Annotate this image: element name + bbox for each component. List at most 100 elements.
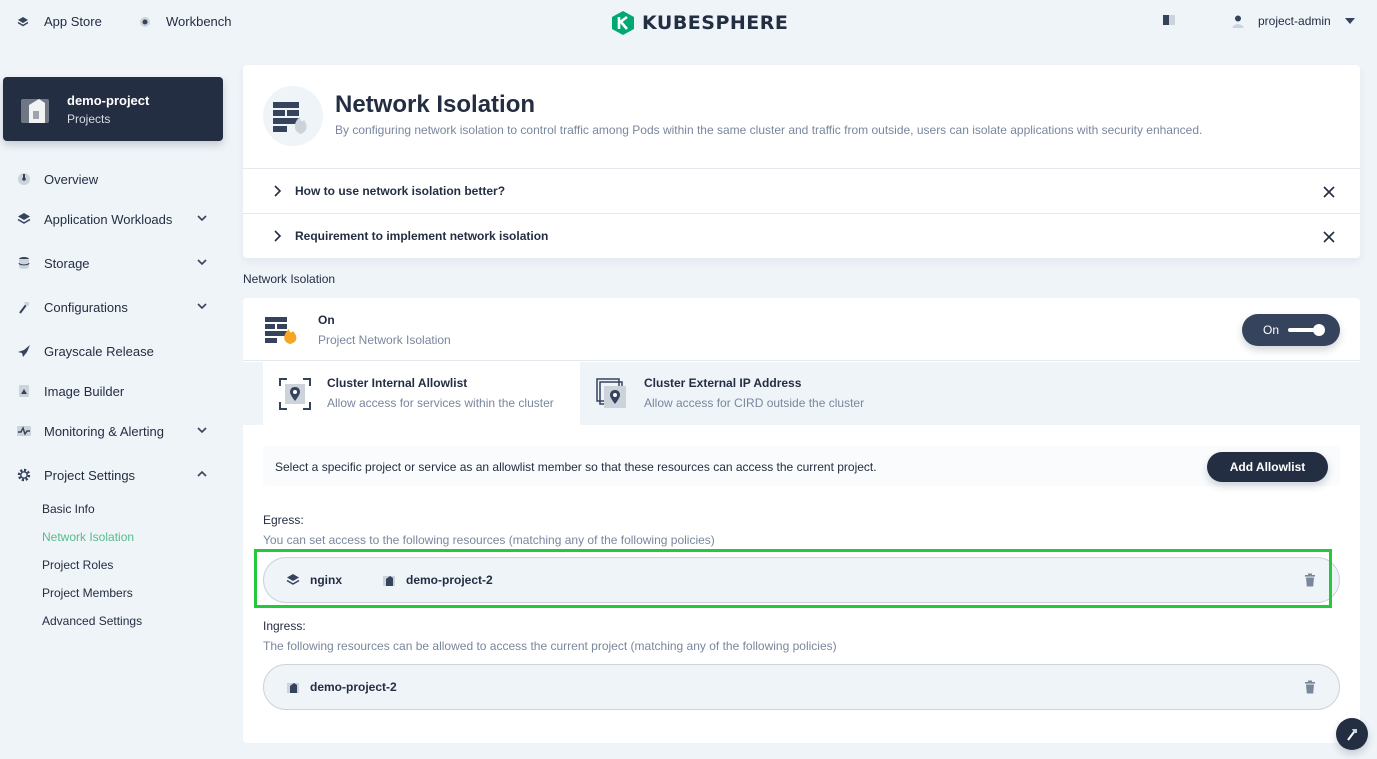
- nav-storage[interactable]: Storage: [16, 251, 216, 275]
- project-card[interactable]: demo-project Projects: [3, 77, 223, 141]
- allowlist-notice-text: Select a specific project or service as …: [275, 460, 877, 474]
- user-menu[interactable]: project-admin: [1232, 14, 1355, 28]
- tip-requirement-text: Requirement to implement network isolati…: [295, 229, 549, 243]
- trash-icon[interactable]: [1303, 573, 1317, 587]
- project-icon: [21, 99, 49, 123]
- ingress-project-name: demo-project-2: [310, 680, 397, 694]
- tip-how-to-use[interactable]: How to use network isolation better?: [243, 168, 1360, 213]
- nav-configurations[interactable]: Configurations: [16, 295, 216, 319]
- tab-external-title: Cluster External IP Address: [644, 376, 802, 390]
- ingress-description: The following resources can be allowed t…: [263, 639, 837, 653]
- nav-sub-advanced-settings[interactable]: Advanced Settings: [42, 614, 142, 628]
- nav-overview[interactable]: Overview: [16, 167, 216, 191]
- close-icon[interactable]: [1322, 185, 1336, 199]
- chevron-up-icon: [197, 470, 207, 477]
- nav-application-workloads-label: Application Workloads: [44, 211, 173, 227]
- chevron-right-icon: [274, 185, 282, 197]
- isolation-toggle[interactable]: On: [1242, 314, 1340, 346]
- app-store-link[interactable]: App Store: [16, 14, 102, 29]
- chevron-down-icon: [197, 215, 207, 222]
- allowlist-tabs: Cluster Internal Allowlist Allow access …: [243, 362, 1360, 425]
- service-icon: [286, 573, 300, 587]
- chevron-down-icon: [197, 303, 207, 310]
- tab-cluster-internal-allowlist[interactable]: Cluster Internal Allowlist Allow access …: [263, 362, 580, 425]
- workbench-label: Workbench: [166, 14, 232, 29]
- book-icon: [1162, 14, 1176, 29]
- workbench-icon: [138, 15, 152, 29]
- username: project-admin: [1258, 14, 1331, 28]
- database-icon: [16, 255, 32, 271]
- tip-requirement[interactable]: Requirement to implement network isolati…: [243, 213, 1360, 258]
- nav-grayscale-release-label: Grayscale Release: [44, 343, 154, 359]
- project-icon: [286, 680, 300, 694]
- close-icon[interactable]: [1322, 230, 1336, 244]
- nav-monitoring-alerting-label: Monitoring & Alerting: [44, 423, 164, 439]
- project-icon: [382, 573, 396, 587]
- nav-project-settings[interactable]: Project Settings: [16, 463, 216, 487]
- top-navbar: App Store Workbench KUBESPHERE project-a…: [0, 0, 1377, 46]
- nav-monitoring-alerting[interactable]: Monitoring & Alerting: [16, 419, 216, 443]
- app-store-icon: [16, 15, 30, 29]
- chevron-down-icon: [197, 259, 207, 266]
- kubesphere-logo-icon: [612, 11, 634, 35]
- project-name: demo-project: [67, 92, 150, 108]
- egress-project-name: demo-project-2: [406, 573, 493, 587]
- egress-service-name: nginx: [310, 573, 342, 587]
- isolation-status-header: On Project Network Isolation On: [243, 298, 1360, 361]
- nav-storage-label: Storage: [44, 255, 90, 271]
- image-builder-icon: [16, 383, 32, 399]
- nav-overview-label: Overview: [44, 171, 99, 187]
- logo-text: KUBESPHERE: [642, 12, 789, 34]
- external-ip-icon: [596, 378, 626, 408]
- allowlist-notice: Select a specific project or service as …: [263, 446, 1340, 486]
- isolation-status: On: [318, 313, 335, 327]
- nav-image-builder-label: Image Builder: [44, 383, 125, 399]
- trash-icon[interactable]: [1303, 680, 1317, 694]
- tab-external-desc: Allow access for CIRD outside the cluste…: [644, 396, 865, 410]
- gear-icon: [16, 467, 32, 483]
- add-allowlist-button[interactable]: Add Allowlist: [1207, 452, 1328, 482]
- firewall-on-icon: [265, 317, 297, 344]
- hammer-icon: [16, 299, 32, 315]
- nav-project-settings-label: Project Settings: [44, 467, 136, 483]
- kubesphere-logo[interactable]: KUBESPHERE: [610, 10, 788, 36]
- tip-how-to-use-text: How to use network isolation better?: [295, 184, 506, 198]
- ingress-project-chip: demo-project-2: [286, 680, 397, 694]
- page-description: By configuring network isolation to cont…: [335, 123, 1203, 137]
- page-header-panel: Network Isolation By configuring network…: [243, 65, 1360, 258]
- isolation-subtitle: Project Network Isolation: [318, 333, 451, 347]
- layers-icon: [16, 211, 32, 227]
- chevron-down-icon: [197, 427, 207, 434]
- chevron-right-icon: [274, 230, 282, 242]
- egress-rule: nginx demo-project-2: [263, 557, 1340, 603]
- docs-button[interactable]: [1162, 14, 1176, 29]
- nav-configurations-label: Configurations: [44, 299, 128, 315]
- monitor-icon: [16, 423, 32, 439]
- project-type: Projects: [67, 111, 111, 126]
- nav-sub-network-isolation[interactable]: Network Isolation: [42, 530, 134, 544]
- tab-cluster-external-ip[interactable]: Cluster External IP Address Allow access…: [580, 362, 980, 425]
- nav-application-workloads[interactable]: Application Workloads: [16, 207, 216, 231]
- egress-label: Egress:: [263, 513, 304, 527]
- nav-image-builder[interactable]: Image Builder: [16, 379, 216, 403]
- nav-sub-project-members[interactable]: Project Members: [42, 586, 133, 600]
- egress-project-chip: demo-project-2: [382, 573, 493, 587]
- egress-service-chip: nginx: [286, 573, 342, 587]
- bird-icon: [16, 343, 32, 359]
- tab-internal-desc: Allow access for services within the clu…: [327, 396, 554, 410]
- nav-sub-project-roles[interactable]: Project Roles: [42, 558, 113, 572]
- caret-down-icon: [1344, 18, 1355, 24]
- user-icon: [1232, 15, 1244, 28]
- nav-grayscale-release[interactable]: Grayscale Release: [16, 339, 216, 363]
- ingress-label: Ingress:: [263, 619, 306, 633]
- internal-allowlist-icon: [279, 378, 311, 410]
- ingress-rule: demo-project-2: [263, 664, 1340, 710]
- network-isolation-panel: On Project Network Isolation On Cluster …: [243, 298, 1360, 743]
- hammer-icon: [1347, 729, 1357, 741]
- firewall-icon: [263, 86, 323, 146]
- page-title: Network Isolation: [335, 91, 536, 118]
- toolbox-button[interactable]: [1336, 718, 1368, 750]
- nav-sub-basic-info[interactable]: Basic Info: [42, 502, 95, 516]
- workbench-link[interactable]: Workbench: [138, 14, 232, 29]
- toggle-knob: [1313, 324, 1325, 336]
